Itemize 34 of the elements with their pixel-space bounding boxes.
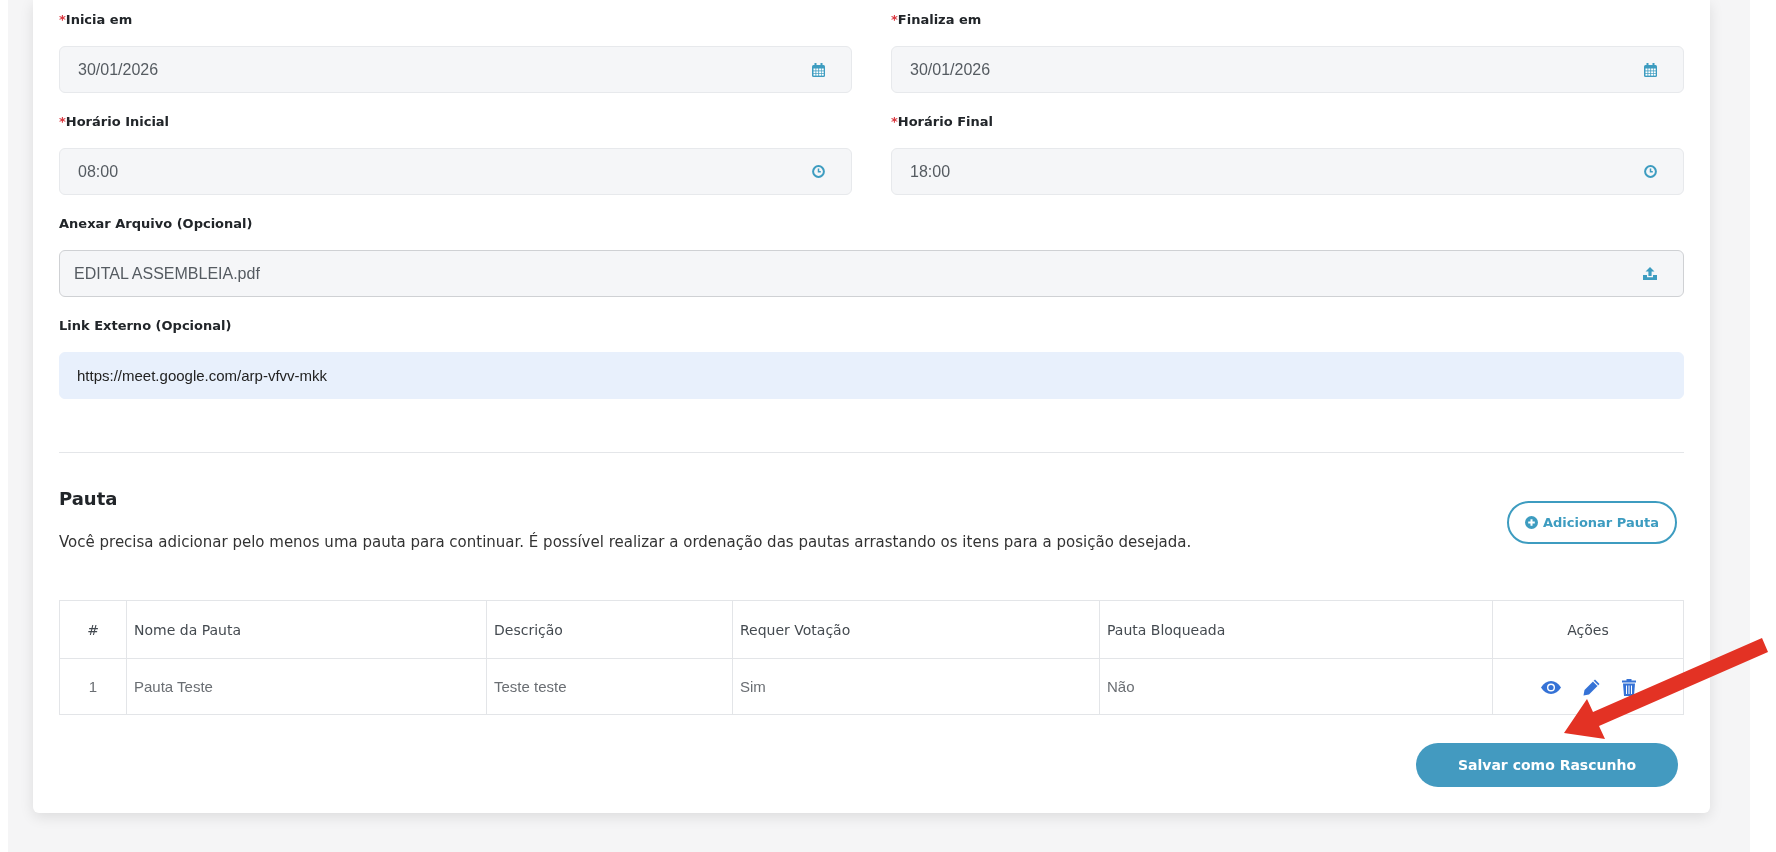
pencil-icon[interactable] <box>1582 679 1600 696</box>
column-header: Requer Votação <box>732 600 1100 659</box>
field-label: Anexar Arquivo (Opcional) <box>59 215 254 233</box>
clock-icon[interactable] <box>812 165 825 178</box>
calendar-icon[interactable] <box>1644 62 1657 77</box>
table-cell: Não <box>1099 658 1493 715</box>
field-label: *Inicia em <box>59 11 134 29</box>
date-field[interactable]: 30/01/2026 <box>59 46 852 93</box>
table-cell: 1 <box>59 658 127 715</box>
section-description: Você precisa adicionar pelo menos uma pauta para continuar. É possível realizar a ordenação das pautas arrastando os itens para a posição desejada. <box>59 531 1192 553</box>
plus-circle-icon <box>1524 516 1538 529</box>
column-header: Descrição <box>486 600 733 659</box>
calendar-icon[interactable] <box>812 62 825 77</box>
time-field[interactable]: 08:00 <box>59 148 852 195</box>
table-cell: Teste teste <box>486 658 733 715</box>
eye-icon[interactable] <box>1540 681 1561 694</box>
file-field[interactable]: EDITAL ASSEMBLEIA.pdf <box>59 250 1684 297</box>
clock-icon[interactable] <box>1644 165 1657 178</box>
field-label: Link Externo (Opcional) <box>59 317 233 335</box>
field-label: *Horário Final <box>891 113 994 131</box>
field-label: *Horário Inicial <box>59 113 171 131</box>
link-field[interactable]: https://meet.google.com/arp-vfvv-mkk <box>59 352 1684 399</box>
column-header: # <box>59 600 127 659</box>
table-cell: Pauta Teste <box>126 658 487 715</box>
section-title: Pauta <box>59 487 119 511</box>
field-label: *Finaliza em <box>891 11 983 29</box>
time-field[interactable]: 18:00 <box>891 148 1684 195</box>
trash-icon[interactable] <box>1621 679 1636 696</box>
table-cell: Sim <box>732 658 1100 715</box>
column-header: Pauta Bloqueada <box>1099 600 1493 659</box>
upload-icon[interactable] <box>1643 267 1657 280</box>
column-header: Nome da Pauta <box>126 600 487 659</box>
column-header: Ações <box>1492 600 1684 659</box>
date-field[interactable]: 30/01/2026 <box>891 46 1684 93</box>
